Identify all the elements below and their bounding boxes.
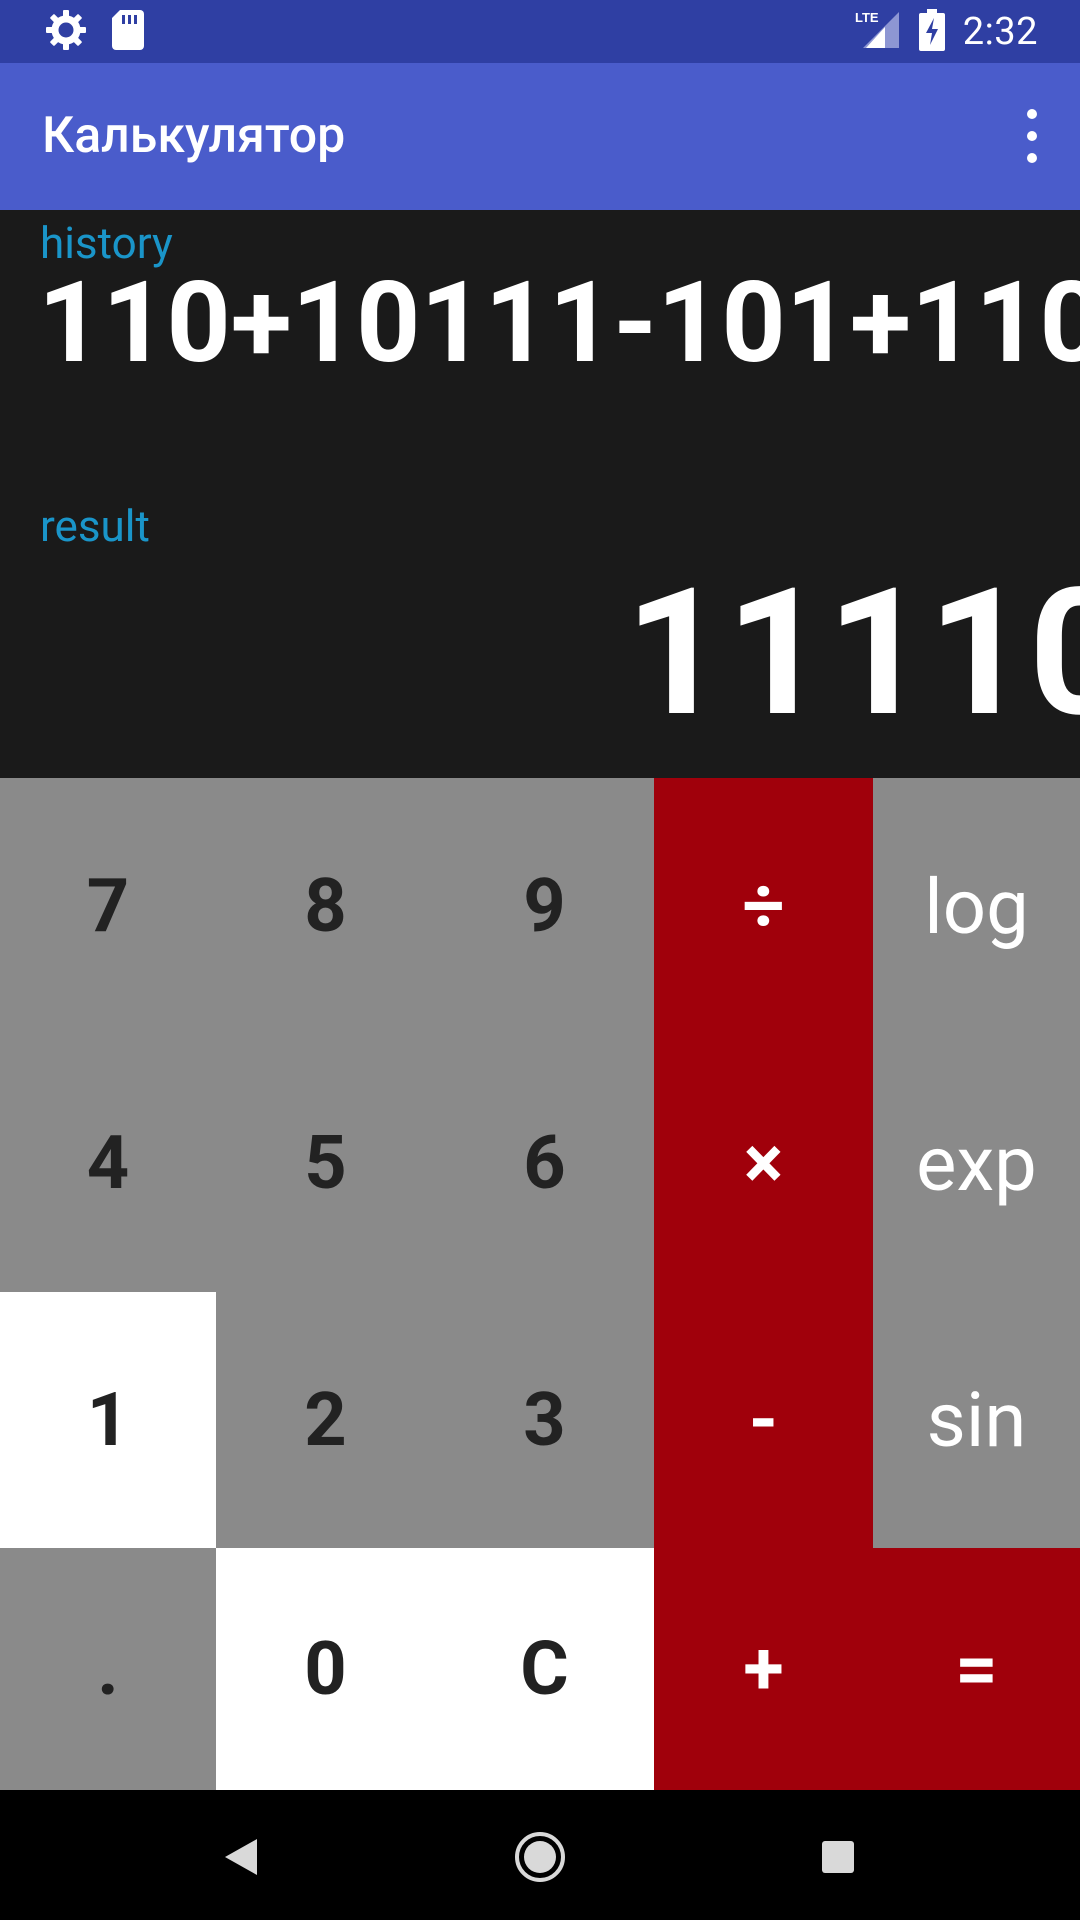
- equals-button[interactable]: =: [873, 1548, 1080, 1790]
- multiply-button[interactable]: ×: [654, 1035, 873, 1292]
- exp-button[interactable]: exp: [873, 1035, 1080, 1292]
- battery-charging-icon: [918, 9, 945, 55]
- divide-button[interactable]: ÷: [654, 778, 873, 1035]
- lte-signal-icon: LTE: [853, 10, 901, 54]
- key-9[interactable]: 9: [435, 778, 654, 1035]
- navigation-bar: [0, 1790, 1080, 1920]
- app-title: Калькулятор: [42, 107, 346, 165]
- overflow-menu-icon[interactable]: [1008, 109, 1056, 163]
- key-8[interactable]: 8: [216, 778, 435, 1035]
- subtract-button[interactable]: -: [654, 1292, 873, 1548]
- keypad: 7 8 9 ÷ log 4 5 6 × exp 1 2 3 - sin . 0 …: [0, 778, 1080, 1790]
- log-button[interactable]: log: [873, 778, 1080, 1035]
- result-value: 11110: [625, 550, 1080, 756]
- key-5[interactable]: 5: [216, 1035, 435, 1292]
- clock: 2:32: [962, 10, 1038, 54]
- app-bar: Калькулятор: [0, 63, 1080, 210]
- gear-icon: [46, 10, 86, 54]
- key-4[interactable]: 4: [0, 1035, 216, 1292]
- add-button[interactable]: +: [654, 1548, 873, 1790]
- clear-button[interactable]: C: [435, 1548, 654, 1790]
- sin-button[interactable]: sin: [873, 1292, 1080, 1548]
- history-value: 110+10111-101+110: [38, 258, 1080, 389]
- decimal-point-button[interactable]: .: [0, 1548, 216, 1790]
- recents-icon[interactable]: [818, 1835, 858, 1879]
- status-bar: LTE 2:32: [0, 0, 1080, 63]
- key-0[interactable]: 0: [216, 1548, 435, 1790]
- result-label: result: [40, 500, 150, 552]
- home-icon[interactable]: [510, 1828, 570, 1886]
- calculator-display: history 110+10111-101+110 result 11110: [0, 210, 1080, 778]
- network-label: LTE: [855, 10, 879, 25]
- key-2[interactable]: 2: [216, 1292, 435, 1548]
- back-icon[interactable]: [216, 1835, 266, 1879]
- key-3[interactable]: 3: [435, 1292, 654, 1548]
- key-6[interactable]: 6: [435, 1035, 654, 1292]
- sd-card-icon: [112, 10, 144, 54]
- key-1[interactable]: 1: [0, 1292, 216, 1548]
- key-7[interactable]: 7: [0, 778, 216, 1035]
